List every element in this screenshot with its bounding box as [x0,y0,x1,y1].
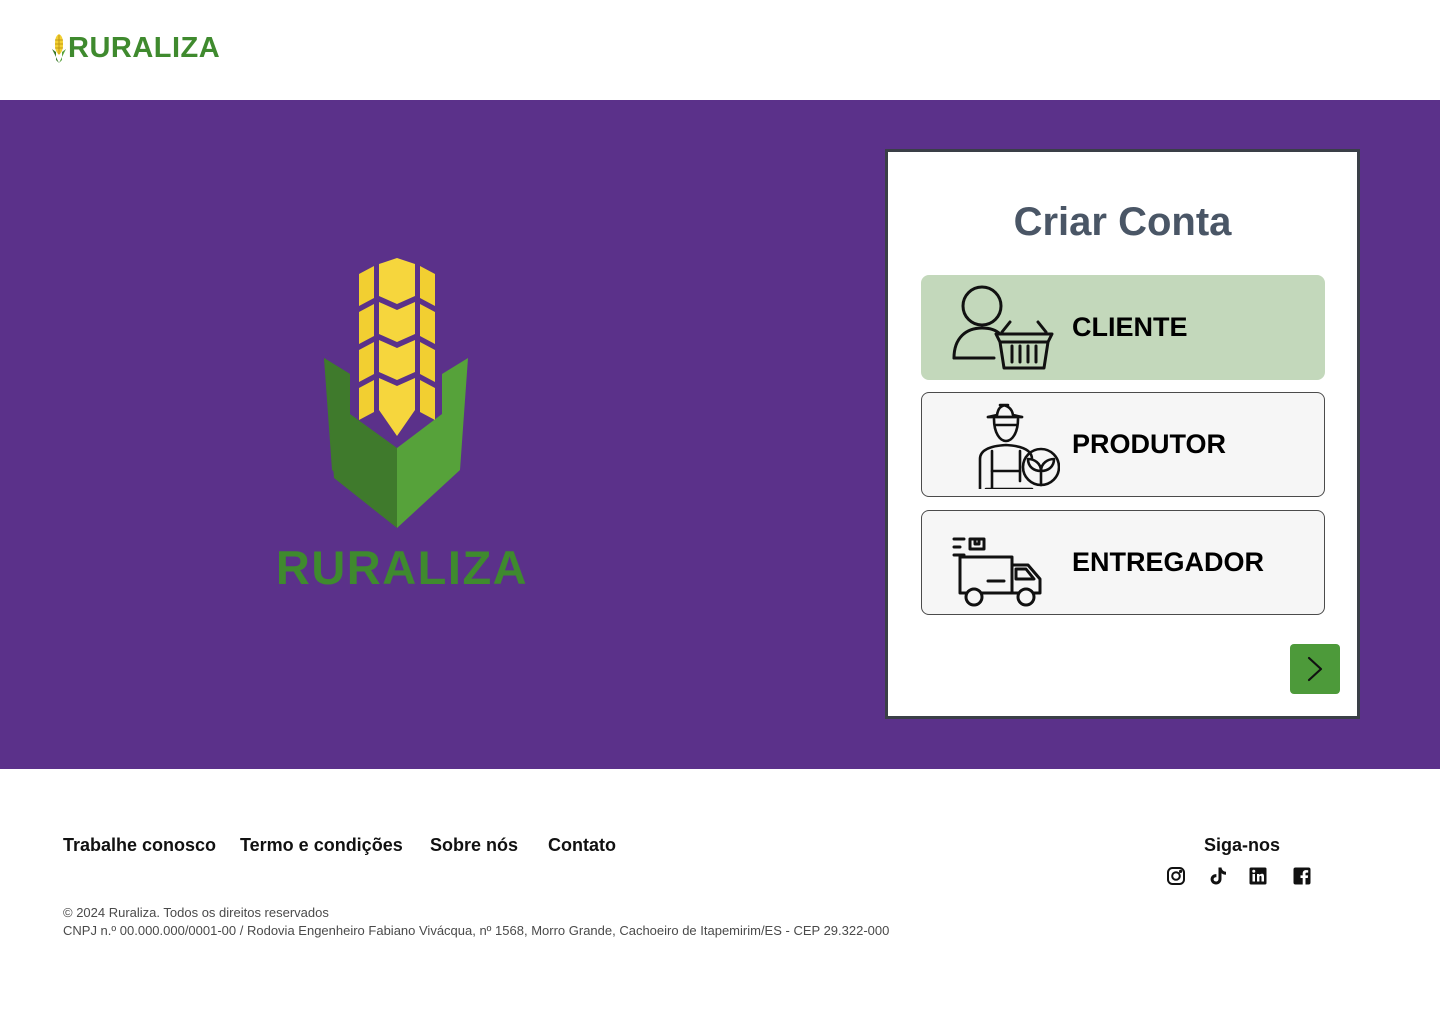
footer-link-trabalhe-conosco[interactable]: Trabalhe conosco [63,835,216,856]
role-label-produtor: PRODUTOR [1072,429,1227,459]
role-option-produtor[interactable]: PRODUTOR [921,392,1325,497]
farmer-icon [978,403,1060,489]
header-logo[interactable]: RURALIZA [52,30,228,66]
hero-brand-name: RURALIZA [275,541,529,594]
linkedin-icon[interactable] [1248,866,1268,886]
site-footer: Trabalhe conosco Termo e condições Sobre… [0,769,1440,1024]
footer-link-termos[interactable]: Termo e condições [240,835,403,856]
create-account-card: Criar Conta CLIENTE PRODUTOR ENTREGADOR [885,149,1360,719]
corn-icon [324,258,468,528]
chevron-right-icon [1307,656,1323,682]
corn-icon [52,34,66,63]
facebook-icon[interactable] [1292,866,1312,886]
next-button[interactable] [1290,644,1340,694]
role-label-entregador: ENTREGADOR [1072,547,1265,577]
role-option-cliente[interactable]: CLIENTE [921,275,1325,380]
company-address: CNPJ n.º 00.000.000/0001-00 / Rodovia En… [63,923,890,938]
tiktok-icon[interactable] [1208,866,1228,886]
role-option-entregador[interactable]: ENTREGADOR [921,510,1325,615]
footer-link-sobre-nos[interactable]: Sobre nós [430,835,518,856]
customer-basket-icon [952,285,1054,370]
role-label-cliente: CLIENTE [1072,312,1188,342]
hero-section: RURALIZA Criar Conta CLIENTE PRODUTOR EN… [0,100,1440,769]
site-header: RURALIZA [0,0,1440,100]
card-title: Criar Conta [1013,200,1232,244]
follow-us-label: Siga-nos [1204,835,1281,855]
hero-logo: RURALIZA [262,258,542,603]
header-brand-name: RURALIZA [68,31,221,64]
instagram-icon[interactable] [1166,866,1186,886]
delivery-truck-icon [952,537,1042,607]
footer-legal: © 2024 Ruraliza. Todos os direitos reser… [63,904,889,940]
copyright-text: © 2024 Ruraliza. Todos os direitos reser… [63,905,329,920]
footer-link-contato[interactable]: Contato [548,835,616,856]
